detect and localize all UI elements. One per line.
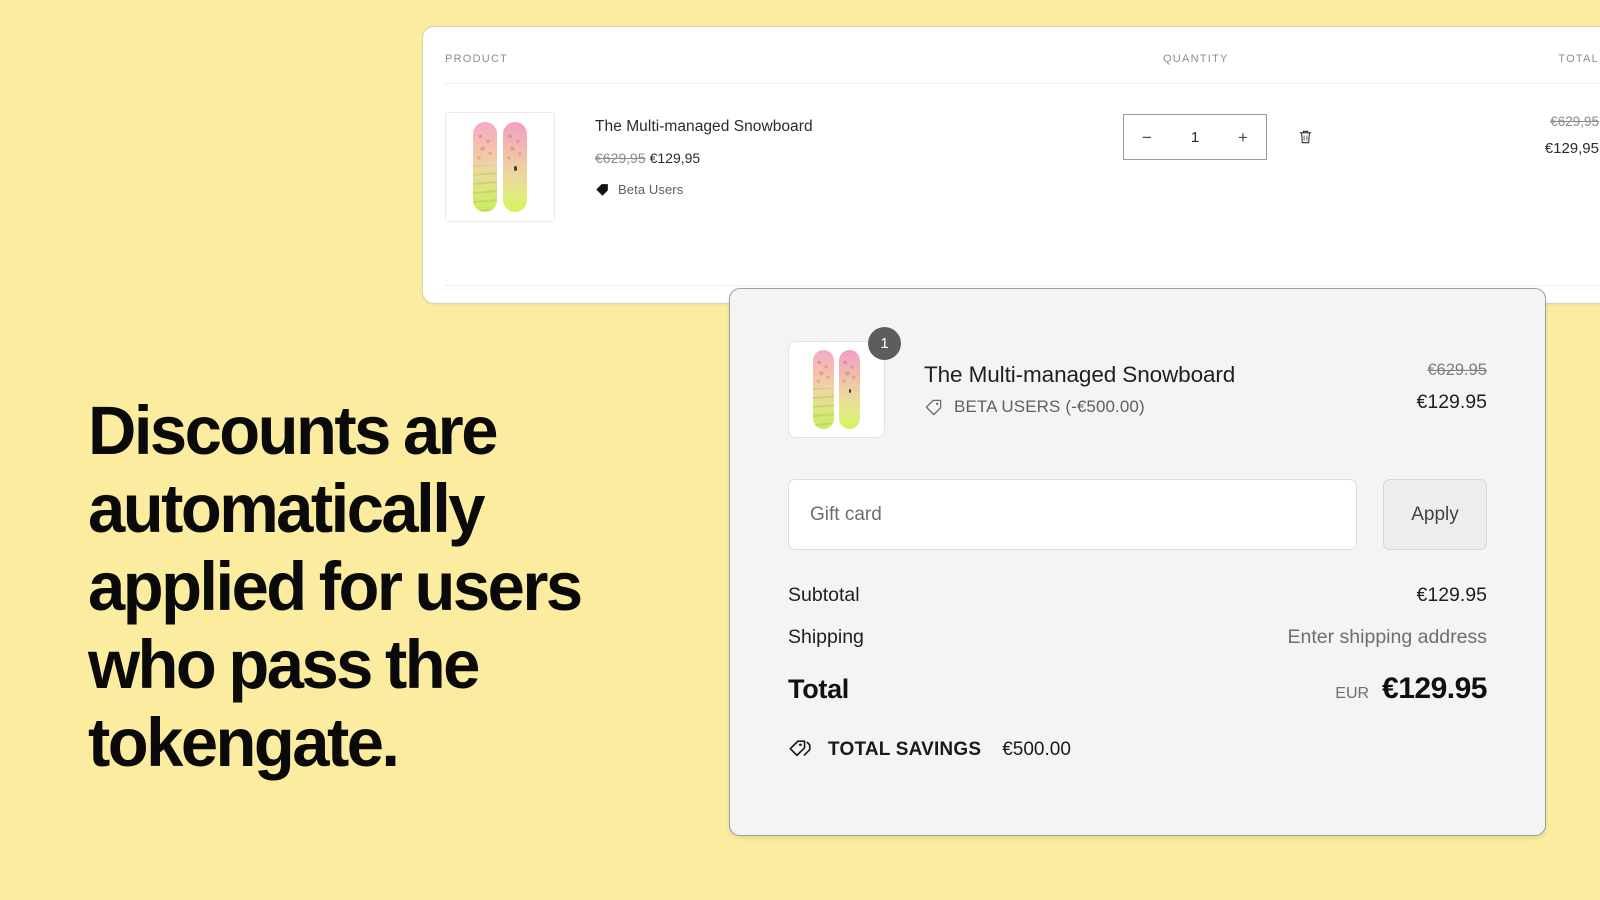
promo-headline: Discounts are automatically applied for … [88,392,583,781]
snowboard-left [812,349,834,430]
giftcard-input[interactable] [788,479,1357,550]
quantity-increase-button[interactable]: + [1234,129,1252,146]
tags-double-icon [789,740,811,757]
quantity-value[interactable]: 1 [1191,129,1199,146]
total-savings-amount: €500.00 [1002,738,1071,760]
snowboard-pattern-spots [839,355,861,392]
trash-icon [1299,130,1311,144]
subtotal-label: Subtotal [788,584,860,606]
snowboard-binding-dot [848,388,852,393]
subtotal-row: Subtotal €129.95 [788,584,1487,607]
giftcard-row: Apply [788,479,1487,550]
cart-column-total: TOTAL [1443,49,1600,67]
product-thumbnail[interactable] [445,112,555,222]
cart-line-total-discounted: €129,95 [1544,140,1599,157]
snowboard-artwork [446,113,554,221]
cart-column-quantity-label: QUANTITY [1163,53,1229,65]
checkout-item-discount: BETA USERS (-€500.00) [924,397,1417,417]
snowboard-pattern-chevron [473,165,497,213]
checkout-summary-panel: 1 The Multi-managed Snowboard BETA USERS… [729,288,1546,836]
quantity-badge: 1 [868,327,901,360]
checkout-thumbnail-wrapper: 1 [788,327,901,438]
cart-item-price-discounted: €129,95 [649,150,701,166]
checkout-item-discount-label: BETA USERS (-€500.00) [954,397,1145,416]
cart-item-title[interactable]: The Multi-managed Snowboard [595,116,1123,138]
snowboard-left [473,121,497,213]
cart-footer-divider [445,285,1600,286]
snowboard-binding-dot [513,166,517,171]
checkout-item-price-discounted: €129.95 [1416,391,1488,413]
total-savings-label: TOTAL SAVINGS [828,738,982,760]
cart-item-discount-label: Beta Users [618,182,684,197]
cart-item-discount-badge: Beta Users [595,182,1123,197]
checkout-line-item: 1 The Multi-managed Snowboard BETA USERS… [788,289,1487,438]
cart-item-price-original: €629,95 [595,150,646,166]
remove-item-button[interactable] [1293,125,1317,149]
tag-outline-icon [925,399,942,415]
snowboard-artwork [789,342,884,437]
total-savings-row: TOTAL SAVINGS €500.00 [788,737,1487,762]
order-summary-totals: Subtotal €129.95 Shipping Enter shipping… [788,584,1487,762]
snowboard-right [503,121,527,213]
cart-item-details: The Multi-managed Snowboard €629,95 €129,… [555,112,1123,197]
snowboard-right [839,349,861,430]
cart-quantity-controls: − 1 + [1123,112,1403,160]
cart-column-total-label: TOTAL [1558,53,1599,65]
checkout-item-price: €629.95 €129.95 [1417,341,1488,416]
grand-total-amount: €129.95 [1382,672,1487,705]
quantity-stepper[interactable]: − 1 + [1123,114,1267,160]
cart-line-item: The Multi-managed Snowboard €629,95 €129,… [423,84,1600,222]
snowboard-pattern-spots [473,128,497,170]
shipping-label: Shipping [788,626,864,648]
subtotal-value: €129.95 [1416,584,1488,606]
snowboard-pattern-spots [812,355,834,392]
snowboard-pattern-spots [503,128,527,170]
currency-code: EUR [1335,685,1370,702]
grand-total-value-group: EUR €129.95 [1335,672,1487,706]
snowboard-pattern-chevron [812,387,834,430]
checkout-product-thumbnail[interactable] [788,341,885,438]
cart-line-total-original: €629,95 [1550,114,1599,129]
apply-giftcard-button[interactable]: Apply [1383,479,1487,550]
cart-line-total: €629,95 €129,95 [1403,112,1600,161]
cart-column-product: PRODUCT [445,49,1163,67]
grand-total-row: Total EUR €129.95 [788,672,1487,706]
cart-panel: PRODUCT QUANTITY TOTAL The Multi-managed… [422,26,1600,304]
cart-table-header: PRODUCT QUANTITY TOTAL [423,27,1600,83]
cart-column-quantity: QUANTITY [1163,49,1443,67]
tag-icon [596,183,608,196]
checkout-item-price-original: €629.95 [1427,361,1487,379]
cart-item-price: €629,95 €129,95 [595,149,1123,168]
checkout-item-title: The Multi-managed Snowboard [924,362,1236,387]
shipping-row: Shipping Enter shipping address [788,626,1487,649]
cart-column-product-label: PRODUCT [445,53,509,65]
quantity-decrease-button[interactable]: − [1138,129,1156,146]
shipping-value: Enter shipping address [1287,626,1487,648]
grand-total-label: Total [788,674,849,704]
checkout-item-details: The Multi-managed Snowboard BETA USERS (… [885,341,1417,417]
